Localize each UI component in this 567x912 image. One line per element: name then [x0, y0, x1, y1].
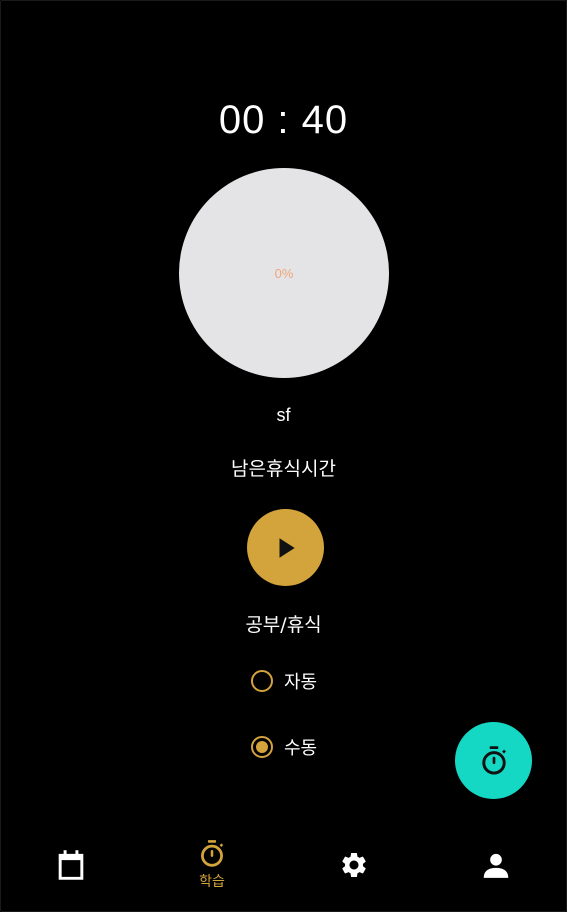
calendar-icon	[58, 850, 84, 880]
radio-auto[interactable]	[251, 670, 273, 692]
radio-manual[interactable]	[251, 736, 273, 758]
progress-percent: 0%	[274, 265, 294, 281]
mode-option-auto[interactable]: 자동	[251, 668, 317, 694]
gear-icon	[342, 852, 366, 877]
mode-option-manual[interactable]: 수동	[251, 734, 317, 760]
nav-calendar[interactable]	[21, 830, 121, 900]
radio-manual-label: 수동	[284, 738, 318, 759]
progress-circle: 0%	[179, 168, 389, 378]
play-icon	[279, 537, 295, 558]
nav-profile[interactable]	[446, 830, 546, 900]
stopwatch-fab[interactable]	[455, 722, 532, 799]
timer-display: 00 : 40	[218, 98, 349, 142]
nav-study-label: 학습	[199, 874, 225, 890]
bottom-navigation: 학습	[0, 830, 567, 910]
study-break-mode-label: 공부/휴식	[245, 614, 322, 636]
person-icon	[483, 853, 509, 878]
radio-auto-label: 자동	[284, 672, 318, 693]
subject-name: sf	[276, 405, 291, 425]
play-button[interactable]	[247, 509, 324, 586]
radio-selected-dot	[256, 741, 268, 753]
remaining-break-label: 남은휴식시간	[231, 458, 336, 480]
nav-study[interactable]: 학습	[162, 830, 262, 900]
stopwatch-icon	[481, 745, 506, 775]
nav-settings[interactable]	[304, 830, 404, 900]
stopwatch-icon	[201, 840, 224, 867]
